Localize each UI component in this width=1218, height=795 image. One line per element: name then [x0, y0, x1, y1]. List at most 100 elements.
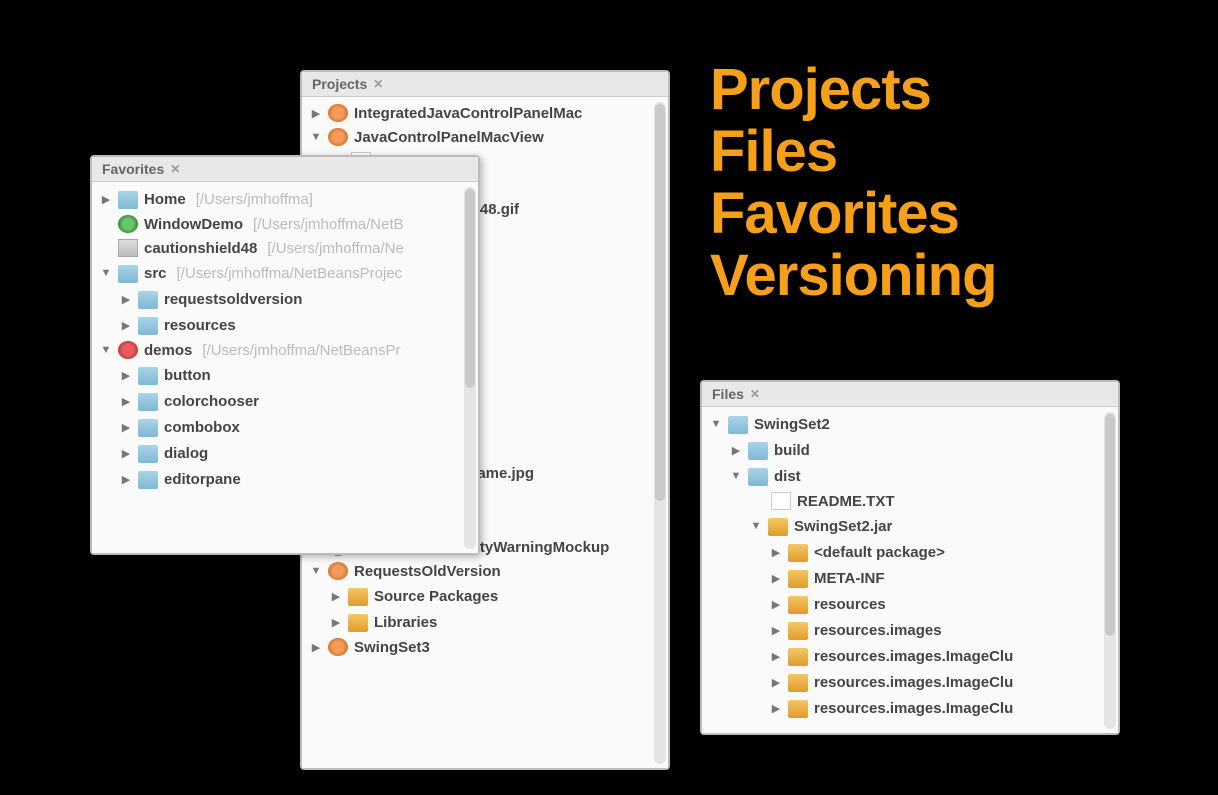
heading-projects: Projects — [710, 60, 931, 121]
tree-row[interactable]: ▶ resources.images — [704, 617, 1116, 643]
tree-row[interactable]: ▶Source Packages — [304, 583, 666, 609]
tree-item-label: README.TXT — [797, 493, 895, 510]
tree-row[interactable]: ▶SwingSet3 — [304, 635, 666, 659]
favorites-tree[interactable]: ▶Home[/Users/jmhoffma]WindowDemo[/Users/… — [92, 182, 478, 553]
folder-orange-icon — [788, 570, 808, 588]
tree-row[interactable]: ▼SwingSet2 — [704, 411, 1116, 437]
project-icon — [328, 104, 348, 122]
favorites-panel[interactable]: Favorites ✕ ▶Home[/Users/jmhoffma]Window… — [90, 155, 480, 555]
tree-item-label: resources.images — [814, 622, 942, 639]
tree-row[interactable]: ▶resources.images.ImageClu — [704, 643, 1116, 669]
scrollbar-thumb[interactable] — [655, 104, 665, 501]
expander-icon[interactable]: ▶ — [120, 293, 132, 306]
favorites-panel-title[interactable]: Favorites ✕ — [92, 157, 478, 182]
scrollbar[interactable] — [654, 102, 666, 764]
tree-row[interactable]: ▶IntegratedJavaControlPanelMac — [304, 101, 666, 125]
folder-icon — [138, 291, 158, 309]
expander-icon[interactable]: ▶ — [770, 650, 782, 663]
heading-versioning: Versioning — [710, 246, 997, 307]
folder-orange-icon — [788, 544, 808, 562]
panel-title-label: Projects — [312, 76, 367, 92]
tree-row[interactable]: ▶resources.images.ImageClu — [704, 695, 1116, 721]
tree-row[interactable]: ▶ button — [94, 362, 476, 388]
folder-orange-icon — [348, 614, 368, 632]
tree-row[interactable]: ▼ demos [/Users/jmhoffma/NetBeansPr — [94, 338, 476, 362]
expander-icon[interactable]: ▼ — [100, 344, 112, 356]
tree-row[interactable]: ▶resources — [94, 312, 476, 338]
tree-row[interactable]: ▼JavaControlPanelMacView — [304, 125, 666, 149]
files-tree[interactable]: ▼SwingSet2 ▶ build ▼dist README.TXT ▼SwingSet… — [702, 407, 1118, 733]
tree-item-label: button — [164, 367, 211, 384]
expander-icon[interactable]: ▶ — [770, 624, 782, 637]
tree-row[interactable]: ▼RequestsOldVersion — [304, 559, 666, 583]
expander-icon[interactable]: ▶ — [120, 447, 132, 460]
expander-icon[interactable]: ▶ — [330, 616, 342, 629]
expander-icon[interactable]: ▶ — [120, 319, 132, 332]
scrollbar[interactable] — [464, 187, 476, 549]
tree-row[interactable]: README.TXT — [704, 489, 1116, 513]
tree-row[interactable]: ▶colorchooser — [94, 388, 476, 414]
expander-icon[interactable]: ▼ — [750, 520, 762, 532]
tree-row[interactable]: ▶resources — [704, 591, 1116, 617]
scrollbar-thumb[interactable] — [1105, 414, 1115, 636]
projects-panel-title[interactable]: Projects ✕ — [302, 72, 668, 97]
tree-row[interactable]: ▶dialog — [94, 440, 476, 466]
tree-row[interactable]: ▼ src [/Users/jmhoffma/NetBeansProjec — [94, 260, 476, 286]
scrollbar-thumb[interactable] — [465, 189, 475, 388]
folder-icon — [118, 191, 138, 209]
expander-icon[interactable]: ▼ — [730, 470, 742, 482]
img-icon — [118, 239, 138, 257]
expander-icon[interactable]: ▶ — [770, 546, 782, 559]
tree-item-label: cautionshield48 — [144, 240, 257, 257]
expander-icon[interactable]: ▶ — [730, 444, 742, 457]
project-icon — [328, 128, 348, 146]
close-icon[interactable]: ✕ — [750, 387, 760, 401]
expander-icon[interactable]: ▼ — [310, 131, 322, 143]
tree-row[interactable]: ▶combobox — [94, 414, 476, 440]
globe-icon — [118, 215, 138, 233]
folder-orange-icon — [788, 648, 808, 666]
panel-title-label: Favorites — [102, 161, 164, 177]
expander-icon[interactable]: ▶ — [310, 107, 322, 120]
tree-row[interactable]: ▶Home[/Users/jmhoffma] — [94, 186, 476, 212]
tree-item-hint: [/Users/jmhoffma/NetBeansProjec — [177, 265, 403, 282]
tree-item-label: src — [144, 265, 167, 282]
expander-icon[interactable]: ▶ — [310, 641, 322, 654]
tree-row[interactable]: ▶editorpane — [94, 466, 476, 492]
folder-icon — [138, 445, 158, 463]
expander-icon[interactable]: ▶ — [100, 193, 112, 206]
expander-icon[interactable]: ▼ — [310, 565, 322, 577]
tree-row[interactable]: ▶Libraries — [304, 609, 666, 635]
tree-item-label: resources.images.ImageClu — [814, 674, 1013, 691]
tree-row[interactable]: ▶ build — [704, 437, 1116, 463]
expander-icon[interactable]: ▶ — [120, 395, 132, 408]
close-icon[interactable]: ✕ — [170, 162, 180, 176]
tree-item-hint: [/Users/jmhoffma/NetBeansPr — [202, 342, 400, 359]
tree-item-label: build — [774, 442, 810, 459]
tree-row[interactable]: ▼dist — [704, 463, 1116, 489]
files-panel-title[interactable]: Files ✕ — [702, 382, 1118, 407]
expander-icon[interactable]: ▶ — [770, 676, 782, 689]
expander-icon[interactable]: ▼ — [100, 267, 112, 279]
expander-icon[interactable]: ▶ — [120, 473, 132, 486]
tree-row[interactable]: ▶ resources.images.ImageClu — [704, 669, 1116, 695]
tree-row[interactable]: cautionshield48[/Users/jmhoffma/Ne — [94, 236, 476, 260]
expander-icon[interactable]: ▶ — [770, 598, 782, 611]
files-panel[interactable]: Files ✕ ▼SwingSet2▶build▼distREADME.TXT▼… — [700, 380, 1120, 735]
expander-icon[interactable]: ▶ — [120, 421, 132, 434]
expander-icon[interactable]: ▶ — [770, 702, 782, 715]
expander-icon[interactable]: ▶ — [770, 572, 782, 585]
tree-item-label: demos — [144, 342, 192, 359]
tree-row[interactable]: ▶META-INF — [704, 565, 1116, 591]
close-icon[interactable]: ✕ — [373, 77, 383, 91]
tree-row[interactable]: ▼SwingSet2.jar — [704, 513, 1116, 539]
expander-icon[interactable]: ▶ — [120, 369, 132, 382]
folder-icon — [748, 468, 768, 486]
expander-icon[interactable]: ▶ — [330, 590, 342, 603]
tree-row[interactable]: ▶<default package> — [704, 539, 1116, 565]
expander-icon[interactable]: ▼ — [710, 418, 722, 430]
scrollbar[interactable] — [1104, 412, 1116, 729]
tree-row[interactable]: WindowDemo[/Users/jmhoffma/NetB — [94, 212, 476, 236]
folder-icon — [138, 471, 158, 489]
tree-row[interactable]: ▶requestsoldversion — [94, 286, 476, 312]
